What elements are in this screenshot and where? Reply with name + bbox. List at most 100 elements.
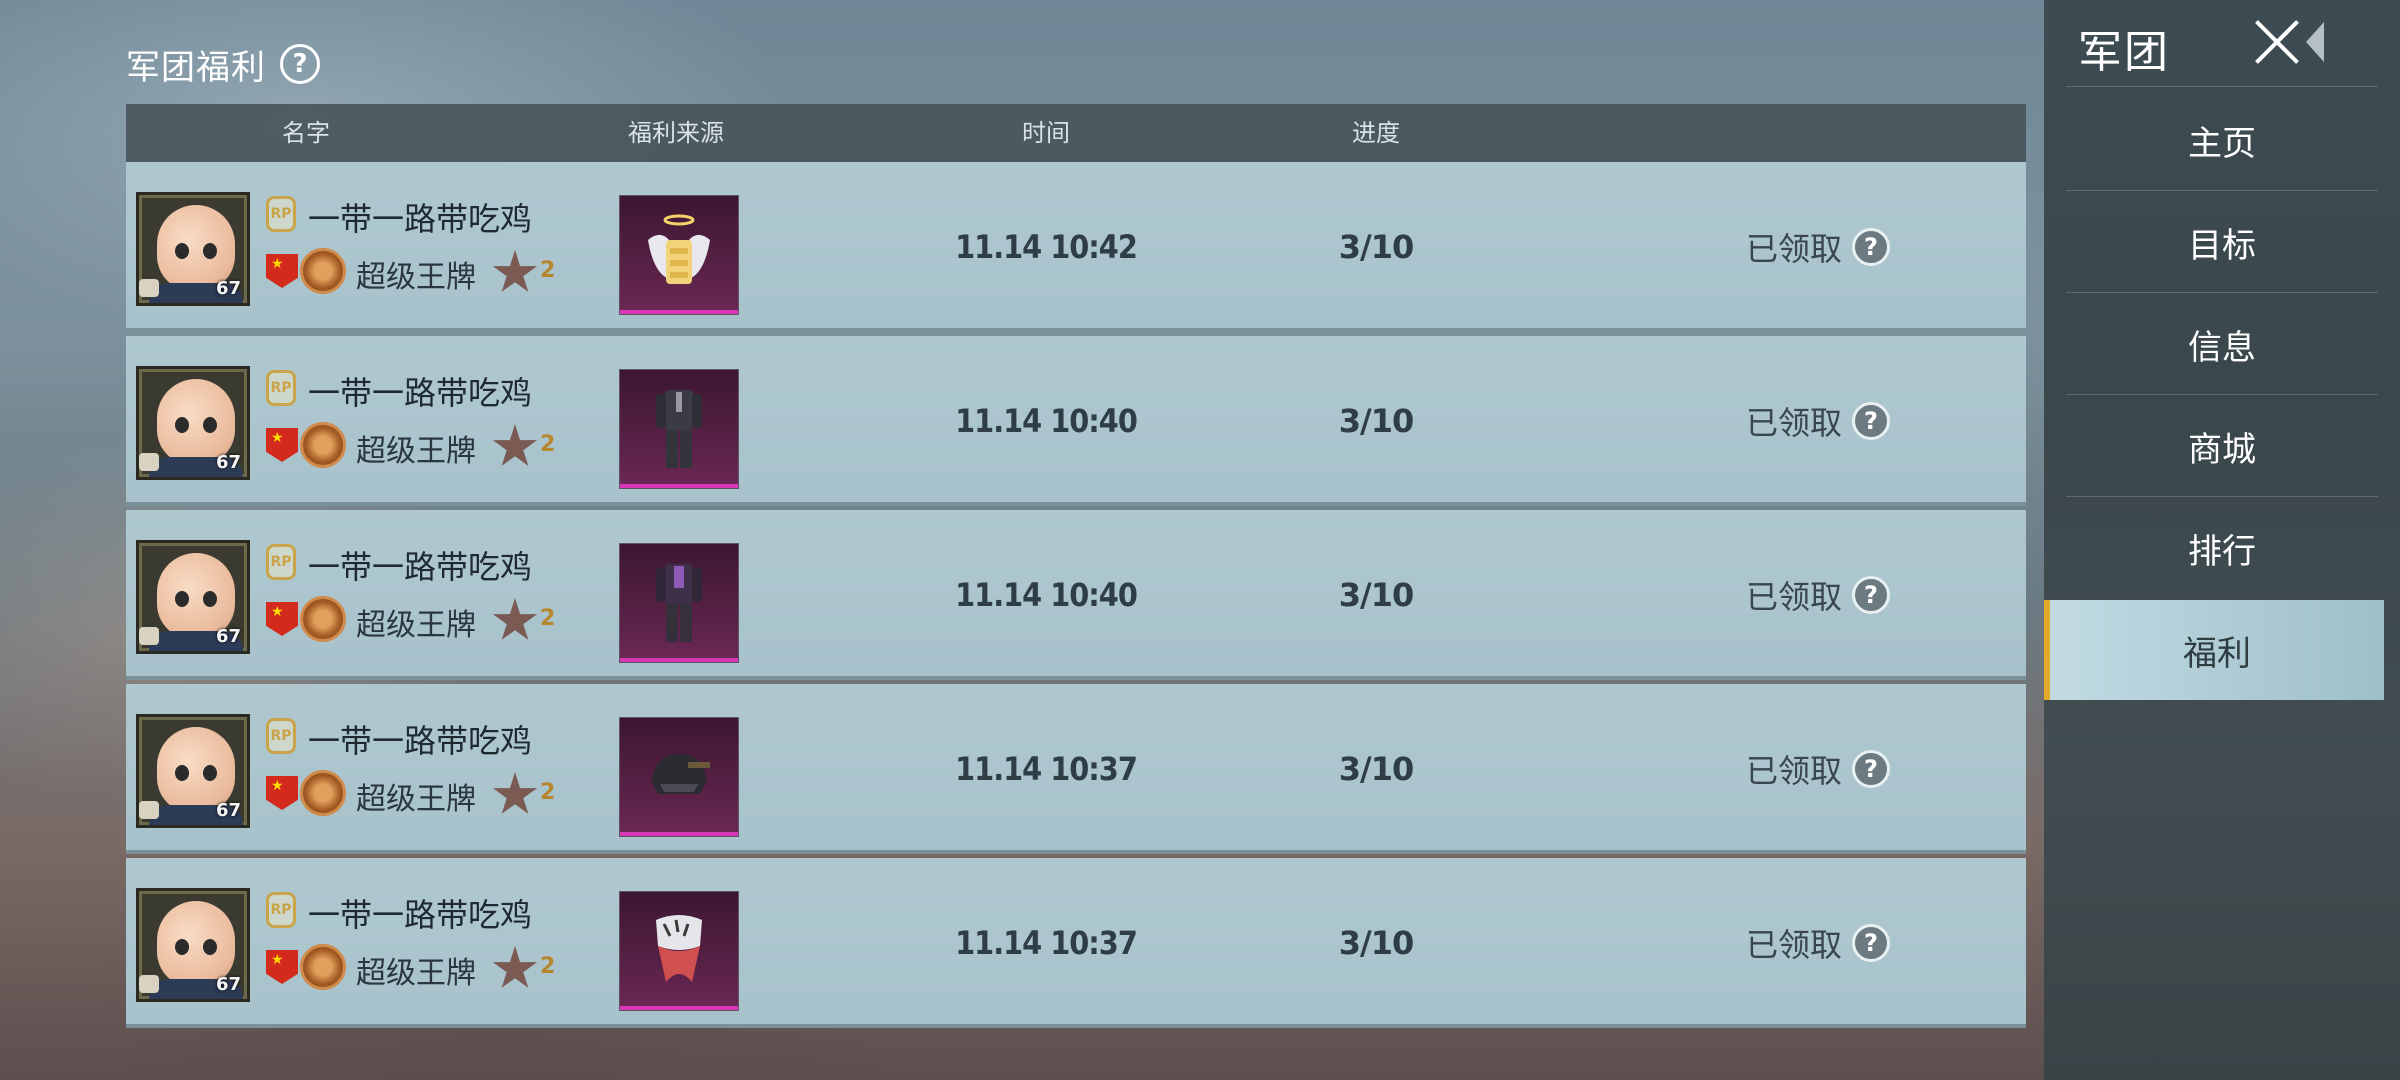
status-cell: 已领取 ? [1746, 918, 1891, 968]
welfare-table: 名字 福利来源 时间 进度 67 RP 一带一路带吃鸡 ★ 超级王牌 2 11.… [126, 104, 2026, 1038]
purple-suit-outfit-icon [656, 564, 702, 642]
status-cell: 已领取 ? [1746, 222, 1891, 272]
avatar-eye [175, 243, 189, 259]
star-count: 2 [540, 954, 556, 979]
source-item-dark-suit-outfit[interactable] [620, 370, 738, 488]
rp-badge-icon: RP [266, 892, 296, 928]
divider [2066, 86, 2378, 87]
star-badge-icon [492, 598, 538, 640]
sidebar-item-info[interactable]: 信息 [2064, 294, 2380, 394]
progress-cell: 3/10 [1338, 750, 1414, 788]
rank-emblem-icon [300, 770, 346, 816]
sidebar-item-goals[interactable]: 目标 [2064, 192, 2380, 292]
star-badge-icon [492, 946, 538, 988]
star-badge-icon [492, 250, 538, 292]
avatar-eye [203, 765, 217, 781]
column-header-name: 名字 [282, 119, 330, 147]
avatar-level: 67 [215, 974, 241, 995]
close-button[interactable] [2244, 14, 2314, 72]
source-item-purple-suit-outfit[interactable] [620, 544, 738, 662]
divider [2066, 292, 2378, 293]
avatar-level: 67 [215, 800, 241, 821]
time-cell: 11.14 10:37 [955, 924, 1138, 962]
avatar-eye [203, 939, 217, 955]
player-name: 一带一路带吃鸡 [308, 548, 533, 586]
sidebar: 军团 主页 目标 信息 商城 排行 福利 [2044, 0, 2400, 1080]
sidebar-item-shop[interactable]: 商城 [2064, 396, 2380, 496]
table-header: 名字 福利来源 时间 进度 [126, 104, 2026, 162]
star-count: 2 [540, 780, 556, 805]
avatar[interactable]: 67 [136, 366, 250, 480]
help-icon[interactable]: ? [1852, 924, 1891, 962]
column-header-time: 时间 [1022, 119, 1070, 147]
star-badge-icon [492, 424, 538, 466]
sidebar-item-label: 信息 [2188, 327, 2256, 368]
source-item-black-helmet[interactable] [620, 718, 738, 836]
time-cell: 11.14 10:42 [955, 228, 1138, 266]
progress-cell: 3/10 [1338, 924, 1414, 962]
player-name: 一带一路带吃鸡 [308, 374, 533, 412]
avatar-eye [203, 417, 217, 433]
tiger-mask-icon [656, 915, 702, 982]
rank-emblem-icon [300, 422, 346, 468]
rp-badge-icon: RP [266, 544, 296, 580]
avatar-eye [175, 765, 189, 781]
help-icon[interactable]: ? [1852, 576, 1891, 614]
avatar-eye [203, 591, 217, 607]
collapse-arrow-icon[interactable] [2306, 22, 2324, 62]
rp-badge-icon: RP [266, 196, 296, 232]
help-icon[interactable]: ? [280, 44, 320, 84]
avatar-level: 67 [215, 452, 241, 473]
sidebar-item-label: 主页 [2188, 123, 2256, 164]
player-name: 一带一路带吃鸡 [308, 200, 533, 238]
avatar-eye [203, 243, 217, 259]
rank-label: 超级王牌 [356, 260, 476, 295]
page-header: 军团福利 ? [126, 40, 320, 88]
claimed-status: 已领取 [1746, 752, 1843, 790]
rank-label: 超级王牌 [356, 434, 476, 469]
claimed-status: 已领取 [1746, 230, 1843, 268]
table-row[interactable]: 67 RP 一带一路带吃鸡 ★ 超级王牌 2 11.14 10:40 3/10 … [126, 336, 2026, 506]
table-row[interactable]: 67 RP 一带一路带吃鸡 ★ 超级王牌 2 11.14 10:42 3/10 … [126, 162, 2026, 332]
sidebar-item-ranking[interactable]: 排行 [2064, 498, 2380, 598]
angel-wings-chest-icon [648, 214, 710, 284]
rank-emblem-icon [300, 944, 346, 990]
help-icon[interactable]: ? [1852, 750, 1891, 788]
divider [2066, 394, 2378, 395]
source-item-tiger-mask[interactable] [620, 892, 738, 1010]
help-icon[interactable]: ? [1852, 402, 1891, 440]
sidebar-title: 军团 [2078, 27, 2170, 78]
avatar[interactable]: 67 [136, 714, 250, 828]
progress-cell: 3/10 [1338, 576, 1414, 614]
table-row[interactable]: 67 RP 一带一路带吃鸡 ★ 超级王牌 2 11.14 10:37 3/10 … [126, 858, 2026, 1028]
player-name: 一带一路带吃鸡 [308, 896, 533, 934]
avatar[interactable]: 67 [136, 192, 250, 306]
avatar-level: 67 [215, 626, 241, 647]
avatar-eye [175, 417, 189, 433]
rank-label: 超级王牌 [356, 782, 476, 817]
table-row[interactable]: 67 RP 一带一路带吃鸡 ★ 超级王牌 2 11.14 10:37 3/10 … [126, 684, 2026, 854]
flag-star-icon: ★ [271, 778, 284, 794]
progress-cell: 3/10 [1338, 402, 1414, 440]
star-count: 2 [540, 258, 556, 283]
progress-cell: 3/10 [1338, 228, 1414, 266]
rank-emblem-icon [300, 596, 346, 642]
fist-icon [139, 627, 159, 645]
avatar[interactable]: 67 [136, 888, 250, 1002]
sidebar-item-welfare[interactable]: 福利 [2044, 600, 2384, 700]
table-row[interactable]: 67 RP 一带一路带吃鸡 ★ 超级王牌 2 11.14 10:40 3/10 … [126, 510, 2026, 680]
time-cell: 11.14 10:37 [955, 750, 1138, 788]
sidebar-item-home[interactable]: 主页 [2064, 90, 2380, 190]
sidebar-item-label: 商城 [2188, 429, 2256, 470]
divider [2066, 190, 2378, 191]
avatar[interactable]: 67 [136, 540, 250, 654]
status-cell: 已领取 ? [1746, 396, 1891, 446]
flag-star-icon: ★ [271, 952, 284, 968]
black-helmet-icon [652, 753, 710, 794]
column-header-progress: 进度 [1352, 119, 1400, 147]
source-item-angel-wings-chest[interactable] [620, 196, 738, 314]
time-cell: 11.14 10:40 [955, 402, 1138, 440]
status-cell: 已领取 ? [1746, 570, 1891, 620]
flag-star-icon: ★ [271, 430, 284, 446]
help-icon[interactable]: ? [1852, 228, 1891, 266]
